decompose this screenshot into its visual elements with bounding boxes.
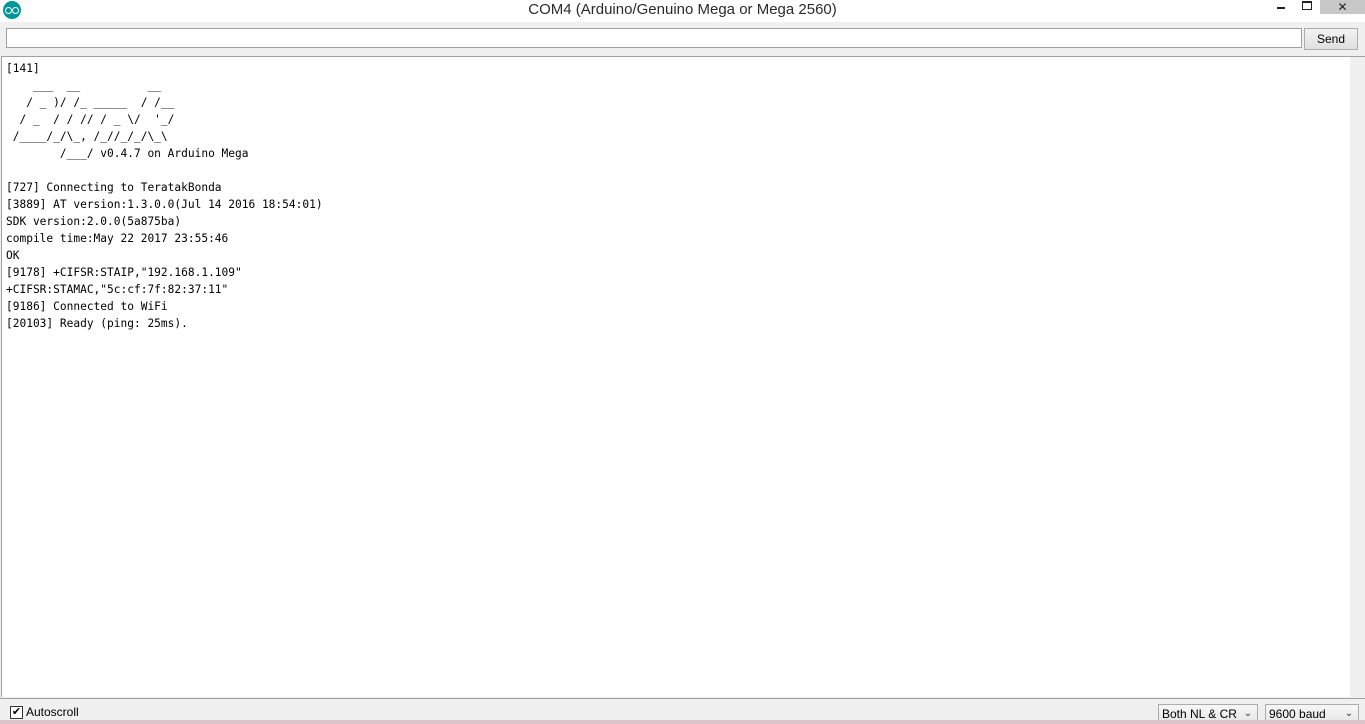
autoscroll-checkbox[interactable]: ✔ bbox=[10, 706, 23, 719]
send-toolbar: Send bbox=[0, 22, 1365, 54]
title-bar: COM4 (Arduino/Genuino Mega or Mega 2560)… bbox=[0, 0, 1365, 22]
serial-input[interactable] bbox=[6, 28, 1302, 48]
console-scrollbar[interactable] bbox=[1350, 56, 1365, 698]
maximize-icon[interactable] bbox=[1295, 0, 1319, 14]
minimize-icon[interactable] bbox=[1268, 0, 1294, 14]
autoscroll-label: Autoscroll bbox=[26, 705, 79, 719]
serial-output-console[interactable]: [141] ___ __ __ / _ )/ /_ _____ / /__ / … bbox=[1, 56, 1350, 697]
window-title: COM4 (Arduino/Genuino Mega or Mega 2560) bbox=[528, 1, 837, 18]
taskbar-edge bbox=[0, 720, 1365, 724]
close-icon[interactable]: ✕ bbox=[1320, 0, 1365, 14]
serial-monitor-window: COM4 (Arduino/Genuino Mega or Mega 2560)… bbox=[0, 0, 1365, 724]
send-button[interactable]: Send bbox=[1304, 28, 1358, 50]
serial-output-text: [141] ___ __ __ / _ )/ /_ _____ / /__ / … bbox=[6, 62, 323, 330]
